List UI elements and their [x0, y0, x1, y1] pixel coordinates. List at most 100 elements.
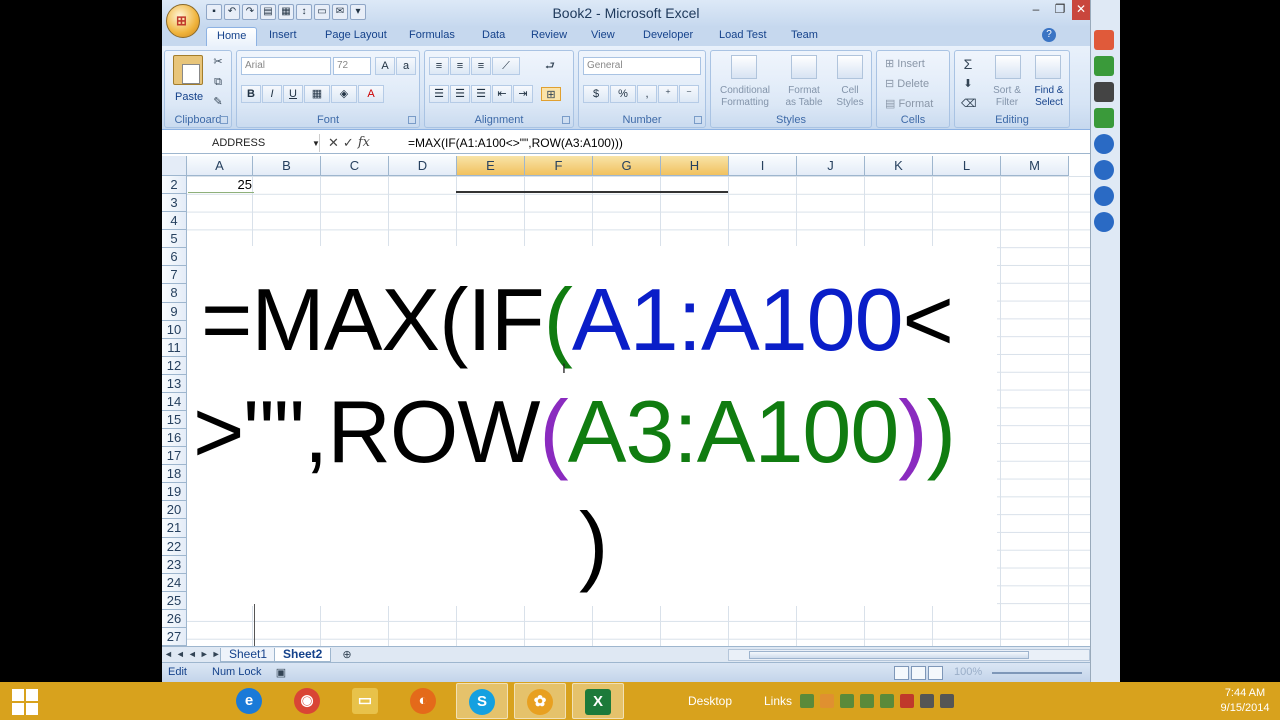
insert-function-icon[interactable]: fx	[358, 134, 370, 152]
copy-icon[interactable]: ⧉	[211, 75, 225, 89]
comma-icon[interactable]: ,	[637, 85, 657, 103]
row-header-14[interactable]: 14	[162, 392, 187, 411]
row-header-23[interactable]: 23	[162, 555, 187, 574]
align-top-icon[interactable]: ≡	[429, 57, 449, 75]
start-button[interactable]	[8, 686, 40, 716]
align-middle-icon[interactable]: ≡	[450, 57, 470, 75]
horizontal-scrollbar[interactable]	[728, 649, 1090, 661]
tray-volume-icon[interactable]	[940, 694, 954, 708]
cut-icon[interactable]: ✂	[211, 55, 225, 69]
cancel-entry-icon[interactable]: ✕	[328, 134, 339, 152]
tray-flag-icon[interactable]	[900, 694, 914, 708]
paste-icon[interactable]	[173, 55, 203, 85]
underline-icon[interactable]: U	[283, 85, 303, 103]
row-header-25[interactable]: 25	[162, 591, 187, 610]
row-header-10[interactable]: 10	[162, 320, 187, 339]
fill-icon[interactable]: ⬇	[961, 77, 975, 91]
taskbar-explorer[interactable]: ▭	[340, 683, 392, 719]
tab-formulas[interactable]: Formulas	[409, 29, 455, 41]
autosum-icon[interactable]: Σ	[961, 57, 975, 71]
tab-load-test[interactable]: Load Test	[719, 29, 767, 41]
column-header-a[interactable]: A	[187, 156, 253, 176]
tab-home[interactable]: Home	[206, 27, 258, 47]
cell-styles-button[interactable]: Cell Styles	[829, 85, 871, 109]
desktop-toolbar[interactable]: Desktop	[688, 694, 732, 708]
close-button[interactable]: ✕	[1072, 0, 1090, 20]
row-header-26[interactable]: 26	[162, 609, 187, 628]
sheet-nav-arrows-icon[interactable]: ◄◄◄►►	[164, 649, 224, 659]
tab-page-layout[interactable]: Page Layout	[325, 29, 387, 41]
find-select-icon[interactable]	[1035, 55, 1061, 79]
italic-icon[interactable]: I	[262, 85, 282, 103]
row-header-15[interactable]: 15	[162, 411, 187, 430]
column-header-h[interactable]: H	[661, 156, 729, 176]
number-format-box[interactable]: General	[583, 57, 701, 75]
tab-insert[interactable]: Insert	[269, 29, 297, 41]
find-select-button[interactable]: Find & Select	[1027, 85, 1071, 109]
font-launcher-icon[interactable]	[408, 116, 416, 124]
conditional-formatting-icon[interactable]	[731, 55, 757, 79]
paste-button[interactable]: Paste	[175, 91, 203, 103]
recorder-screen-icon[interactable]	[1094, 108, 1114, 128]
row-header-2[interactable]: 2	[162, 176, 187, 195]
format-as-table-icon[interactable]	[791, 55, 817, 79]
cell-styles-icon[interactable]	[837, 55, 863, 79]
recorder-camera-icon[interactable]	[1094, 82, 1114, 102]
row-header-21[interactable]: 21	[162, 519, 187, 538]
sheet-tab-sheet1[interactable]: Sheet1	[220, 648, 277, 662]
column-header-j[interactable]: J	[797, 156, 865, 176]
taskbar-ie[interactable]: e	[224, 683, 276, 719]
column-header-d[interactable]: D	[389, 156, 457, 176]
zoom-level[interactable]: 100%	[954, 666, 982, 678]
cell-a2[interactable]: 25	[188, 176, 254, 193]
clear-icon[interactable]: ⌫	[961, 97, 977, 111]
tray-network-icon[interactable]	[800, 694, 814, 708]
recorder-back-icon[interactable]	[1094, 30, 1114, 50]
format-as-table-button[interactable]: Format as Table	[779, 85, 829, 109]
row-header-7[interactable]: 7	[162, 266, 187, 285]
tray-update-icon[interactable]	[860, 694, 874, 708]
row-header-4[interactable]: 4	[162, 212, 187, 231]
column-header-m[interactable]: M	[1001, 156, 1069, 176]
column-header-b[interactable]: B	[253, 156, 321, 176]
horizontal-scroll-thumb[interactable]	[749, 651, 1029, 659]
row-header-5[interactable]: 5	[162, 230, 187, 249]
taskbar-firefox[interactable]: ◐	[398, 683, 450, 719]
row-header-17[interactable]: 17	[162, 447, 187, 466]
font-name-box[interactable]: Arial	[241, 57, 331, 75]
taskbar-chrome[interactable]: ◉	[282, 683, 334, 719]
name-box[interactable]: ADDRESS	[162, 134, 320, 152]
column-header-k[interactable]: K	[865, 156, 933, 176]
column-header-g[interactable]: G	[593, 156, 661, 176]
tray-battery-icon[interactable]	[880, 694, 894, 708]
row-header-12[interactable]: 12	[162, 356, 187, 375]
wrap-text-icon[interactable]: ⮐	[543, 59, 557, 73]
font-color-icon[interactable]: A	[358, 85, 384, 103]
tray-signal-icon[interactable]	[920, 694, 934, 708]
tab-developer[interactable]: Developer	[643, 29, 693, 41]
row-header-27[interactable]: 27	[162, 627, 187, 646]
column-header-e[interactable]: E	[457, 156, 525, 176]
restore-button[interactable]: ❐	[1048, 0, 1072, 20]
increase-decimal-icon[interactable]: ⁺	[658, 85, 678, 103]
row-header-6[interactable]: 6	[162, 248, 187, 267]
recorder-draw-icon[interactable]	[1094, 212, 1114, 232]
shrink-font-icon[interactable]: a	[396, 57, 416, 75]
minimize-button[interactable]: –	[1024, 0, 1048, 20]
row-header-18[interactable]: 18	[162, 465, 187, 484]
zoom-slider[interactable]	[992, 672, 1082, 674]
align-bottom-icon[interactable]: ≡	[471, 57, 491, 75]
select-all-corner[interactable]	[162, 156, 187, 176]
sheet-tab-sheet2[interactable]: Sheet2	[274, 648, 332, 662]
row-header-20[interactable]: 20	[162, 501, 187, 520]
decrease-decimal-icon[interactable]: ⁻	[679, 85, 699, 103]
fill-color-icon[interactable]: ◈	[331, 85, 357, 103]
taskbar-flower-app[interactable]: ✿	[514, 683, 566, 719]
align-center-icon[interactable]: ☰	[450, 85, 470, 103]
formula-input[interactable]: =MAX(IF(A1:A100<>"",ROW(A3:A100)))	[408, 135, 623, 151]
align-right-icon[interactable]: ☰	[471, 85, 491, 103]
insert-sheet-icon[interactable]: ⊕	[340, 648, 354, 662]
row-header-11[interactable]: 11	[162, 338, 187, 357]
row-header-3[interactable]: 3	[162, 194, 187, 213]
clock[interactable]: 7:44 AM 9/15/2014	[1215, 686, 1275, 716]
